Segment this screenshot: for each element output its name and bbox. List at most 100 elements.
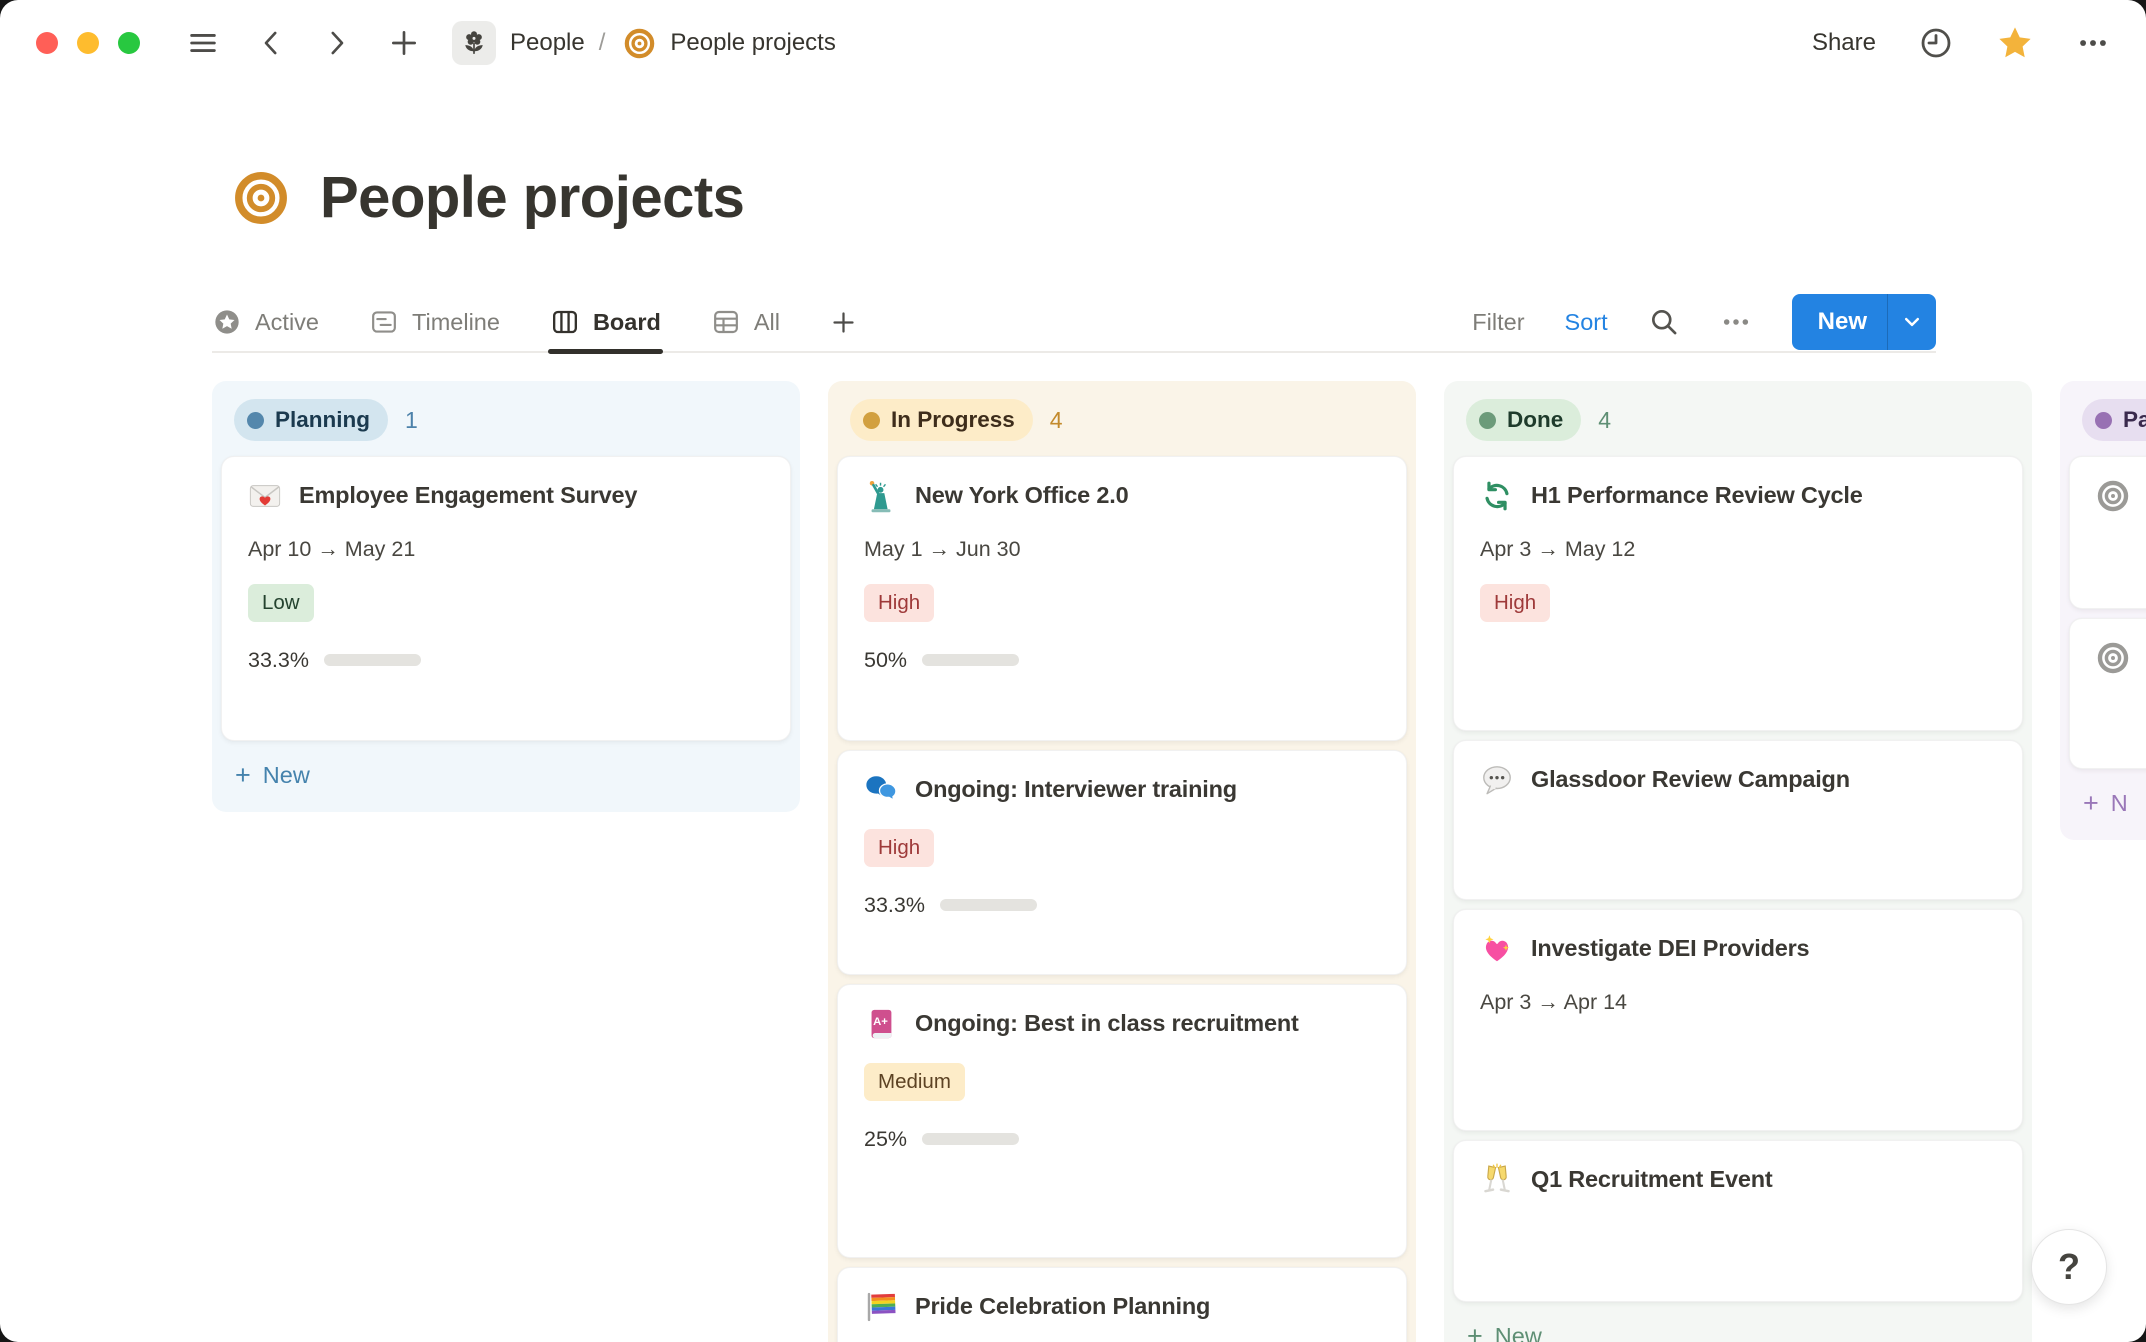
card-title-row: A+ Ongoing: Best in class recruitment [864,1007,1299,1041]
card-title: Glassdoor Review Campaign [1531,766,1850,792]
card-title-row: Employee Engagement Survey [248,479,637,513]
add-card-button[interactable]: + New [221,749,791,802]
card-title-row: Ongoing: Interviewer training [864,773,1237,807]
card-title: Ongoing: Interviewer training [915,776,1237,802]
card[interactable] [2069,456,2146,609]
column-status-pill[interactable]: Planning [234,399,388,441]
card[interactable]: Employee Engagement Survey Apr 10 → May 2… [221,456,791,741]
sidebar-toggle-icon[interactable] [186,26,220,60]
priority-row: High [1480,584,1551,622]
progress-value: 50% [864,647,908,672]
target-emoji-gray [2096,479,2130,513]
share-button[interactable]: Share [1812,29,1876,57]
add-card-label: New [262,762,310,788]
kanban-board: Planning 1 Employee Engagement Survey Apr 1… [212,381,2146,1342]
progress-bar [922,654,1020,667]
updates-clock-icon[interactable] [1918,25,1954,61]
workspace-icon-box[interactable] [452,21,496,65]
tab-board[interactable]: Board [547,293,663,354]
column-cards: H1 Performance Review Cycle Apr 3 → May 1… [1444,456,2032,1302]
board-icon [550,307,580,337]
card[interactable]: Q1 Recruitment Event [1453,1140,2023,1302]
minimize-window-button[interactable] [77,32,99,54]
tab-label: Timeline [412,308,500,335]
status-dot-icon [2095,411,2112,429]
priority-tag: Low [248,584,314,622]
column-status-pill[interactable]: In Progress [850,399,1033,441]
card-title: H1 Performance Review Cycle [1531,482,1863,508]
more-options-icon[interactable] [2076,26,2110,60]
new-button[interactable]: New [1792,294,1887,350]
card[interactable]: Investigate DEI Providers Apr 3 → Apr 14 [1453,909,2023,1131]
clinking-glasses-emoji [1480,1163,1514,1197]
card-title-row [2096,479,2130,513]
card[interactable] [2069,618,2146,769]
plus-icon: + [1467,1321,1483,1342]
zoom-window-button[interactable] [118,32,140,54]
new-page-button[interactable] [388,27,420,59]
card[interactable]: New York Office 2.0 May 1 → Jun 30 High 50% [837,456,1407,741]
progress-row: 25% [864,1126,1020,1152]
card[interactable]: Ongoing: Interviewer training High 33.3% [837,750,1407,975]
tab-active[interactable]: Active [212,293,319,351]
column-count: 4 [1598,406,1612,433]
tab-timeline[interactable]: Timeline [369,293,500,351]
page-target-icon[interactable] [232,169,290,227]
close-window-button[interactable] [36,32,58,54]
love-letter-emoji [248,479,282,513]
board-column-in-progress: In Progress 4 New York Office 2.0 May 1 → J… [828,381,1416,1342]
table-icon [711,307,741,337]
timeline-icon [369,307,399,337]
add-card-button[interactable]: + N [2069,777,2146,830]
window-controls [36,32,140,54]
view-options-icon[interactable] [1720,306,1752,338]
forward-button[interactable] [322,28,352,58]
app-window: People / People projects Share People pr… [0,0,2146,1342]
progress-value: 25% [864,1126,908,1151]
priority-tag: High [1480,584,1551,622]
card-title-row: Investigate DEI Providers [1480,932,1810,966]
column-header: In Progress 4 [828,381,1416,456]
new-split-button: New [1791,294,1936,350]
card-title-row: Q1 Recruitment Event [1480,1163,1773,1197]
card[interactable]: H1 Performance Review Cycle Apr 3 → May 1… [1453,456,2023,731]
card[interactable]: Pride Celebration Planning [837,1267,1407,1342]
new-dropdown-button[interactable] [1887,294,1936,350]
add-view-button[interactable] [830,293,857,351]
target-icon [623,27,656,60]
status-dot-icon [247,411,264,429]
column-status-pill[interactable]: Pa [2082,399,2146,441]
help-button[interactable]: ? [2031,1229,2107,1305]
breadcrumb-page[interactable]: People projects [670,29,835,57]
breadcrumb: People / People projects [452,21,836,65]
progress-row: 33.3% [864,893,1037,918]
card-title-row: H1 Performance Review Cycle [1480,479,1863,513]
tab-all[interactable]: All [711,293,780,351]
chevron-down-icon [1899,309,1925,335]
progress-bar [323,654,421,667]
column-header: Planning 1 [212,381,800,456]
favorite-star-icon[interactable] [1996,24,2034,62]
card-title-row: New York Office 2.0 [864,479,1129,513]
breadcrumb-workspace[interactable]: People [510,29,585,57]
card-date-range: May 1 → Jun 30 [864,537,1021,561]
card-date-range: Apr 3 → Apr 14 [1480,990,1627,1014]
status-dot-icon [1479,411,1496,429]
column-cards: Employee Engagement Survey Apr 10 → May 2… [212,456,800,741]
card-title: Ongoing: Best in class recruitment [915,1010,1299,1036]
add-card-button[interactable]: + New [1453,1310,2023,1342]
card-title: Investigate DEI Providers [1531,935,1810,961]
search-icon[interactable] [1648,306,1680,338]
board-column-planning: Planning 1 Employee Engagement Survey Apr 1… [212,381,800,812]
column-status-pill[interactable]: Done [1466,399,1582,441]
star-circle-icon [212,307,242,337]
plus-icon [830,309,857,336]
card-date-range: Apr 10 → May 21 [248,537,416,561]
priority-tag: High [864,829,935,867]
sort-button[interactable]: Sort [1565,309,1608,336]
back-button[interactable] [256,28,286,58]
column-status-label: Done [1507,407,1564,432]
card[interactable]: A+ Ongoing: Best in class recruitment Medi… [837,984,1407,1258]
card[interactable]: Glassdoor Review Campaign [1453,740,2023,900]
filter-button[interactable]: Filter [1472,309,1524,336]
